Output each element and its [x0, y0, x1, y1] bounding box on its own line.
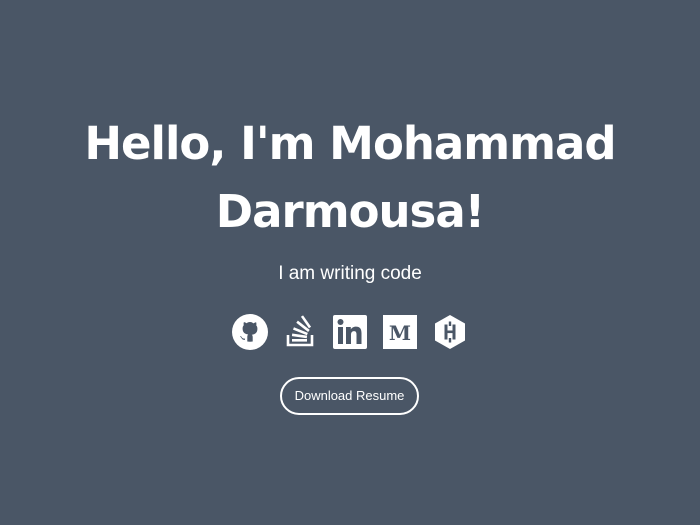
- hashnode-icon: [435, 315, 465, 349]
- github-icon: [232, 314, 268, 350]
- linkedin-icon: [333, 315, 367, 349]
- medium-link[interactable]: M: [382, 314, 418, 350]
- hero-section: Hello, I'm Mohammad Darmousa! I am writi…: [0, 0, 700, 525]
- page-title: Hello, I'm Mohammad Darmousa!: [0, 110, 700, 246]
- title-line-2: Darmousa!: [215, 185, 485, 238]
- download-resume-button[interactable]: Download Resume: [280, 377, 419, 415]
- subtitle: I am writing code: [278, 263, 422, 284]
- linkedin-link[interactable]: [332, 314, 368, 350]
- github-link[interactable]: [232, 314, 268, 350]
- svg-text:M: M: [389, 321, 411, 345]
- title-line-1: Hello, I'm Mohammad: [84, 117, 616, 170]
- medium-icon: M: [383, 315, 417, 349]
- social-links: M: [0, 314, 700, 350]
- stack-overflow-link[interactable]: [282, 314, 318, 350]
- stack-overflow-icon: [286, 315, 314, 347]
- hashnode-link[interactable]: [432, 314, 468, 350]
